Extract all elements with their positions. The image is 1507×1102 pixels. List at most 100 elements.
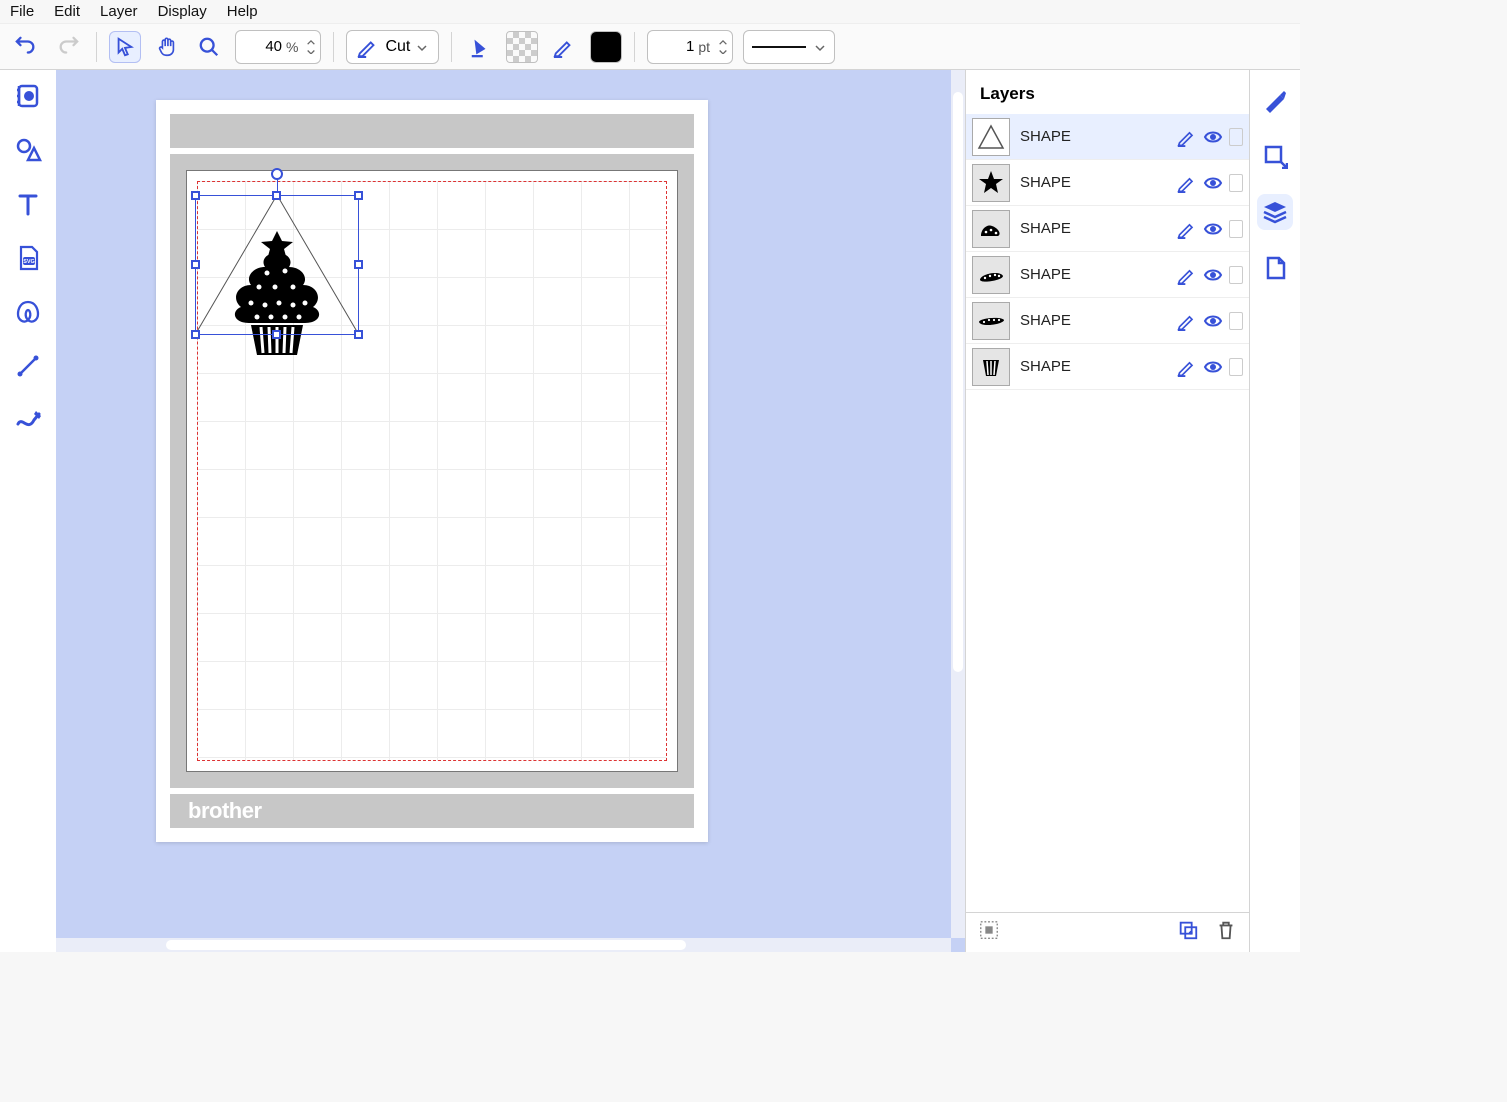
svg-text:SVG: SVG bbox=[23, 259, 35, 265]
stroke-style-dropdown[interactable] bbox=[743, 30, 835, 64]
layer-lock-icon[interactable] bbox=[1229, 266, 1243, 284]
undo-button[interactable] bbox=[10, 31, 42, 63]
zoom-unit: % bbox=[286, 39, 298, 55]
select-same-button[interactable] bbox=[978, 919, 1000, 946]
layer-visibility-icon[interactable] bbox=[1203, 127, 1223, 147]
cutting-mat[interactable] bbox=[186, 170, 678, 772]
library-tool[interactable] bbox=[12, 80, 44, 112]
layer-lock-icon[interactable] bbox=[1229, 174, 1243, 192]
layer-label: SHAPE bbox=[1020, 358, 1167, 375]
line-preview bbox=[752, 46, 806, 48]
layer-visibility-icon[interactable] bbox=[1203, 357, 1223, 377]
canvas-area[interactable]: brother bbox=[56, 70, 965, 952]
fill-swatch-none[interactable] bbox=[506, 31, 538, 63]
resize-handle-b[interactable] bbox=[272, 330, 281, 339]
layer-row-1[interactable]: SHAPE bbox=[966, 160, 1249, 206]
menu-layer[interactable]: Layer bbox=[100, 3, 138, 20]
transform-panel-button[interactable] bbox=[1257, 138, 1293, 174]
right-side: Layers SHAPE SHAPE bbox=[965, 70, 1300, 952]
brand-bar: brother bbox=[170, 794, 694, 828]
right-toolbox bbox=[1250, 70, 1300, 952]
resize-handle-r[interactable] bbox=[354, 260, 363, 269]
layer-cut-icon[interactable] bbox=[1177, 311, 1197, 331]
layer-label: SHAPE bbox=[1020, 266, 1167, 283]
stroke-width-field[interactable] bbox=[658, 38, 694, 55]
stroke-swatch-black[interactable] bbox=[590, 31, 622, 63]
line-type-dropdown[interactable]: Cut bbox=[346, 30, 439, 64]
layer-row-4[interactable]: SHAPE bbox=[966, 298, 1249, 344]
layer-visibility-icon[interactable] bbox=[1203, 173, 1223, 193]
menu-file[interactable]: File bbox=[10, 3, 34, 20]
menu-help[interactable]: Help bbox=[227, 3, 258, 20]
horizontal-scrollbar[interactable] bbox=[56, 938, 951, 952]
horizontal-scroll-thumb[interactable] bbox=[166, 940, 686, 950]
layer-cut-icon[interactable] bbox=[1177, 357, 1197, 377]
zoom-spinner[interactable] bbox=[306, 39, 316, 54]
document-panel-button[interactable] bbox=[1257, 250, 1293, 286]
layer-row-3[interactable]: SHAPE bbox=[966, 252, 1249, 298]
brand-label: brother bbox=[188, 798, 262, 824]
layer-lock-icon[interactable] bbox=[1229, 358, 1243, 376]
layer-cut-icon[interactable] bbox=[1177, 127, 1197, 147]
layer-thumb-swirl2 bbox=[972, 256, 1010, 294]
trace-tool[interactable] bbox=[12, 296, 44, 328]
toolbar: % Cut pt bbox=[0, 24, 1300, 70]
layer-thumb-swirl3 bbox=[972, 302, 1010, 340]
layer-cut-icon[interactable] bbox=[1177, 173, 1197, 193]
layer-row-0[interactable]: SHAPE bbox=[966, 114, 1249, 160]
vertical-scrollbar[interactable] bbox=[951, 70, 965, 938]
delete-layer-button[interactable] bbox=[1215, 919, 1237, 946]
resize-handle-br[interactable] bbox=[354, 330, 363, 339]
resize-handle-tr[interactable] bbox=[354, 191, 363, 200]
menu-display[interactable]: Display bbox=[158, 3, 207, 20]
resize-handle-bl[interactable] bbox=[191, 330, 200, 339]
layer-thumb-swirl1 bbox=[972, 210, 1010, 248]
menu-edit[interactable]: Edit bbox=[54, 3, 80, 20]
stroke-button[interactable] bbox=[548, 31, 580, 63]
redo-button[interactable] bbox=[52, 31, 84, 63]
separator bbox=[634, 32, 635, 62]
layer-label: SHAPE bbox=[1020, 174, 1167, 191]
zoom-value-field[interactable] bbox=[246, 38, 282, 55]
vertical-scroll-thumb[interactable] bbox=[953, 92, 963, 672]
svg-import-tool[interactable]: SVG bbox=[12, 242, 44, 274]
fill-button[interactable] bbox=[464, 31, 496, 63]
separator bbox=[451, 32, 452, 62]
page-header-bar bbox=[170, 114, 694, 148]
layer-lock-icon[interactable] bbox=[1229, 220, 1243, 238]
rotate-handle[interactable] bbox=[271, 168, 283, 180]
zoom-input[interactable]: % bbox=[235, 30, 321, 64]
separator bbox=[96, 32, 97, 62]
shapes-tool[interactable] bbox=[12, 134, 44, 166]
draw-tool[interactable] bbox=[12, 404, 44, 436]
cutting-mat-frame bbox=[170, 154, 694, 788]
zoom-tool[interactable] bbox=[193, 31, 225, 63]
resize-handle-t[interactable] bbox=[272, 191, 281, 200]
line-tool[interactable] bbox=[12, 350, 44, 382]
main-area: SVG bbox=[0, 70, 1300, 952]
selection-box[interactable] bbox=[195, 195, 359, 335]
hand-tool[interactable] bbox=[151, 31, 183, 63]
layer-label: SHAPE bbox=[1020, 128, 1167, 145]
separator bbox=[333, 32, 334, 62]
layer-cut-icon[interactable] bbox=[1177, 219, 1197, 239]
appearance-panel-button[interactable] bbox=[1257, 82, 1293, 118]
layer-visibility-icon[interactable] bbox=[1203, 311, 1223, 331]
duplicate-layer-button[interactable] bbox=[1177, 919, 1199, 946]
layers-panel-button[interactable] bbox=[1257, 194, 1293, 230]
select-tool[interactable] bbox=[109, 31, 141, 63]
resize-handle-l[interactable] bbox=[191, 260, 200, 269]
layer-cut-icon[interactable] bbox=[1177, 265, 1197, 285]
layer-lock-icon[interactable] bbox=[1229, 312, 1243, 330]
menubar: File Edit Layer Display Help bbox=[0, 0, 1300, 24]
stroke-spinner[interactable] bbox=[718, 39, 728, 54]
text-tool[interactable] bbox=[12, 188, 44, 220]
layer-row-2[interactable]: SHAPE bbox=[966, 206, 1249, 252]
layer-row-5[interactable]: SHAPE bbox=[966, 344, 1249, 390]
stroke-width-input[interactable]: pt bbox=[647, 30, 733, 64]
layer-lock-icon[interactable] bbox=[1229, 128, 1243, 146]
layer-visibility-icon[interactable] bbox=[1203, 265, 1223, 285]
layer-visibility-icon[interactable] bbox=[1203, 219, 1223, 239]
layer-label: SHAPE bbox=[1020, 220, 1167, 237]
resize-handle-tl[interactable] bbox=[191, 191, 200, 200]
